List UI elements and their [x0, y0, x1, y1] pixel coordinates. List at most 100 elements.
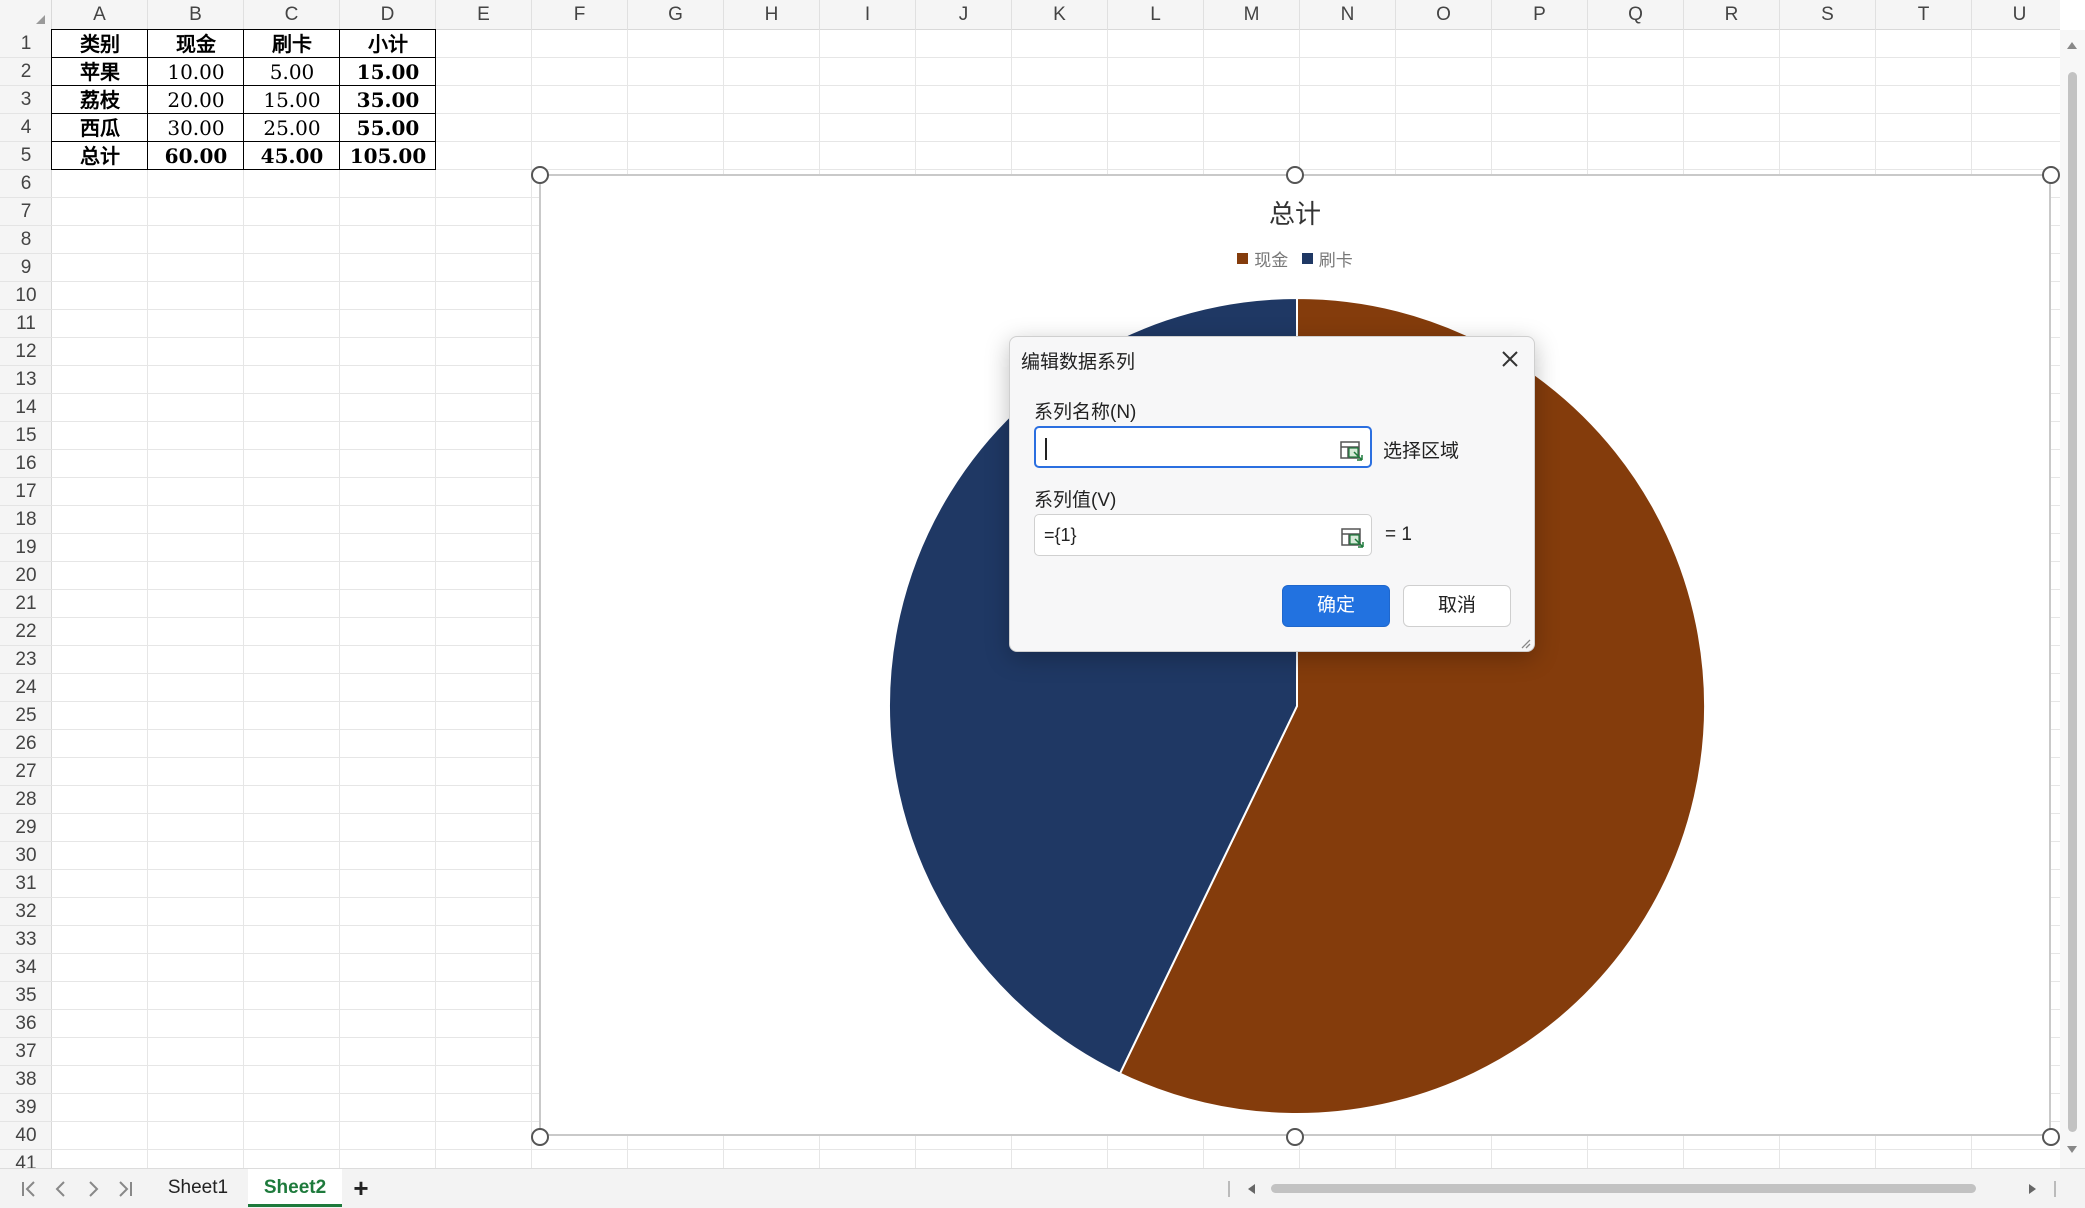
row-header-34[interactable]: 34	[0, 954, 52, 982]
resize-handle-top[interactable]	[1286, 166, 1304, 184]
column-header-a[interactable]: A	[52, 0, 148, 30]
range-select-icon[interactable]	[1341, 524, 1365, 548]
row-header-38[interactable]: 38	[0, 1066, 52, 1094]
row-header-4[interactable]: 4	[0, 114, 52, 142]
row-header-18[interactable]: 18	[0, 506, 52, 534]
column-header-m[interactable]: M	[1204, 0, 1300, 30]
column-header-k[interactable]: K	[1012, 0, 1108, 30]
row-header-14[interactable]: 14	[0, 394, 52, 422]
scroll-down-icon[interactable]	[2067, 1146, 2077, 1153]
row-header-29[interactable]: 29	[0, 814, 52, 842]
next-sheet-icon[interactable]	[82, 1178, 104, 1200]
last-sheet-icon[interactable]	[114, 1178, 136, 1200]
row-header-15[interactable]: 15	[0, 422, 52, 450]
tab-sheet2[interactable]: Sheet2	[248, 1169, 342, 1207]
cell-b2[interactable]: 10.00	[148, 58, 244, 86]
column-header-n[interactable]: N	[1300, 0, 1396, 30]
close-icon[interactable]	[1498, 347, 1522, 371]
row-header-21[interactable]: 21	[0, 590, 52, 618]
resize-handle-top-right[interactable]	[2042, 166, 2060, 184]
column-header-b[interactable]: B	[148, 0, 244, 30]
row-header-11[interactable]: 11	[0, 310, 52, 338]
cell-b3[interactable]: 20.00	[148, 86, 244, 114]
column-header-u[interactable]: U	[1972, 0, 2060, 30]
pie-chart[interactable]: 总计 现金 刷卡	[539, 174, 2051, 1136]
row-header-39[interactable]: 39	[0, 1094, 52, 1122]
resize-handle-bottom[interactable]	[1286, 1128, 1304, 1146]
cell-b4[interactable]: 30.00	[148, 114, 244, 142]
cell-d2[interactable]: 15.00	[340, 58, 436, 86]
row-header-13[interactable]: 13	[0, 366, 52, 394]
cell-d3[interactable]: 35.00	[340, 86, 436, 114]
cell-a5[interactable]: 总计	[52, 142, 148, 170]
resize-handle-bottom-right[interactable]	[2042, 1128, 2060, 1146]
row-header-41[interactable]: 41	[0, 1150, 52, 1168]
cell-a2[interactable]: 苹果	[52, 58, 148, 86]
cell-c2[interactable]: 5.00	[244, 58, 340, 86]
row-header-23[interactable]: 23	[0, 646, 52, 674]
select-all-corner[interactable]	[0, 0, 52, 30]
resize-grip-icon[interactable]	[1519, 636, 1531, 649]
cell-d5[interactable]: 105.00	[340, 142, 436, 170]
row-header-26[interactable]: 26	[0, 730, 52, 758]
cell-a1[interactable]: 类别	[52, 30, 148, 58]
row-header-32[interactable]: 32	[0, 898, 52, 926]
range-select-icon[interactable]	[1340, 437, 1364, 461]
cell-a4[interactable]: 西瓜	[52, 114, 148, 142]
cell-c3[interactable]: 15.00	[244, 86, 340, 114]
resize-handle-top-left[interactable]	[531, 166, 549, 184]
column-header-h[interactable]: H	[724, 0, 820, 30]
column-header-o[interactable]: O	[1396, 0, 1492, 30]
row-header-36[interactable]: 36	[0, 1010, 52, 1038]
row-header-1[interactable]: 1	[0, 30, 52, 58]
cell-b1[interactable]: 现金	[148, 30, 244, 58]
column-header-l[interactable]: L	[1108, 0, 1204, 30]
column-header-f[interactable]: F	[532, 0, 628, 30]
cell-b5[interactable]: 60.00	[148, 142, 244, 170]
scroll-up-icon[interactable]	[2067, 42, 2077, 49]
cell-c1[interactable]: 刷卡	[244, 30, 340, 58]
column-header-s[interactable]: S	[1780, 0, 1876, 30]
row-header-7[interactable]: 7	[0, 198, 52, 226]
column-header-g[interactable]: G	[628, 0, 724, 30]
horizontal-scrollbar[interactable]	[1240, 1179, 2040, 1199]
column-header-q[interactable]: Q	[1588, 0, 1684, 30]
tab-sheet1[interactable]: Sheet1	[150, 1169, 246, 1207]
row-header-2[interactable]: 2	[0, 58, 52, 86]
column-header-j[interactable]: J	[916, 0, 1012, 30]
row-header-9[interactable]: 9	[0, 254, 52, 282]
vertical-scroll-thumb[interactable]	[2068, 72, 2077, 1132]
row-header-5[interactable]: 5	[0, 142, 52, 170]
row-header-17[interactable]: 17	[0, 478, 52, 506]
row-header-35[interactable]: 35	[0, 982, 52, 1010]
column-header-t[interactable]: T	[1876, 0, 1972, 30]
column-header-c[interactable]: C	[244, 0, 340, 30]
add-sheet-button[interactable]: +	[348, 1173, 374, 1203]
row-header-12[interactable]: 12	[0, 338, 52, 366]
prev-sheet-icon[interactable]	[50, 1178, 72, 1200]
row-header-16[interactable]: 16	[0, 450, 52, 478]
scroll-left-icon[interactable]	[1248, 1184, 1255, 1194]
first-sheet-icon[interactable]	[18, 1178, 40, 1200]
cell-c5[interactable]: 45.00	[244, 142, 340, 170]
row-header-28[interactable]: 28	[0, 786, 52, 814]
cancel-button[interactable]: 取消	[1403, 585, 1511, 627]
vertical-scrollbar[interactable]	[2060, 30, 2085, 1168]
column-header-i[interactable]: I	[820, 0, 916, 30]
row-header-24[interactable]: 24	[0, 674, 52, 702]
ok-button[interactable]: 确定	[1282, 585, 1390, 627]
row-header-25[interactable]: 25	[0, 702, 52, 730]
row-header-8[interactable]: 8	[0, 226, 52, 254]
row-header-33[interactable]: 33	[0, 926, 52, 954]
series-values-field[interactable]: ={1}	[1034, 514, 1372, 556]
series-name-field[interactable]	[1034, 426, 1372, 468]
scroll-right-icon[interactable]	[2029, 1184, 2036, 1194]
column-header-p[interactable]: P	[1492, 0, 1588, 30]
resize-handle-bottom-left[interactable]	[531, 1128, 549, 1146]
cell-d1[interactable]: 小计	[340, 30, 436, 58]
row-header-37[interactable]: 37	[0, 1038, 52, 1066]
row-header-27[interactable]: 27	[0, 758, 52, 786]
column-header-e[interactable]: E	[436, 0, 532, 30]
row-header-22[interactable]: 22	[0, 618, 52, 646]
cell-d4[interactable]: 55.00	[340, 114, 436, 142]
